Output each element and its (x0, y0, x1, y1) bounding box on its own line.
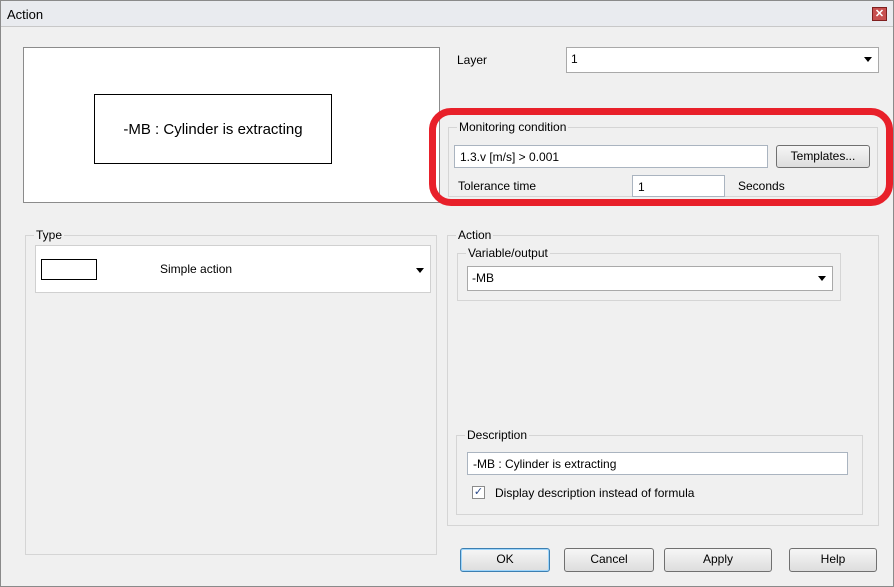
action-group-label: Action (456, 228, 494, 242)
layer-value: 1 (571, 52, 578, 66)
type-value: Simple action (160, 262, 233, 276)
apply-button[interactable]: Apply (664, 548, 772, 572)
action-dialog: Action ✕ -MB : Cylinder is extracting La… (0, 0, 894, 587)
display-description-checkbox[interactable]: ✓ (472, 486, 485, 499)
close-icon[interactable]: ✕ (872, 7, 887, 21)
type-group-label: Type (34, 228, 65, 242)
layer-select[interactable]: 1 (566, 47, 879, 73)
description-label: Description (465, 428, 530, 442)
variable-output-label: Variable/output (466, 246, 550, 260)
checkmark-icon: ✓ (473, 486, 484, 498)
preview-text: -MB : Cylinder is extracting (123, 120, 303, 138)
chevron-down-icon (416, 268, 424, 273)
description-input[interactable]: -MB : Cylinder is extracting (467, 452, 848, 475)
ok-button[interactable]: OK (460, 548, 550, 572)
chevron-down-icon (818, 276, 826, 281)
title-bar: Action ✕ (1, 1, 893, 27)
type-swatch (41, 259, 97, 280)
variable-output-value: -MB (472, 271, 494, 285)
layer-label: Layer (457, 53, 488, 67)
display-description-label: Display description instead of formula (495, 486, 695, 500)
description-value: -MB : Cylinder is extracting (473, 457, 617, 471)
action-preview: -MB : Cylinder is extracting (23, 47, 440, 203)
type-select[interactable]: Simple action (35, 245, 431, 293)
cancel-button[interactable]: Cancel (564, 548, 654, 572)
chevron-down-icon (864, 57, 872, 62)
preview-action-box: -MB : Cylinder is extracting (94, 94, 332, 164)
window-title: Action (7, 7, 44, 22)
highlight-ring (429, 108, 893, 206)
description-group: Description (456, 428, 863, 515)
help-button[interactable]: Help (789, 548, 877, 572)
variable-output-select[interactable]: -MB (467, 266, 833, 291)
